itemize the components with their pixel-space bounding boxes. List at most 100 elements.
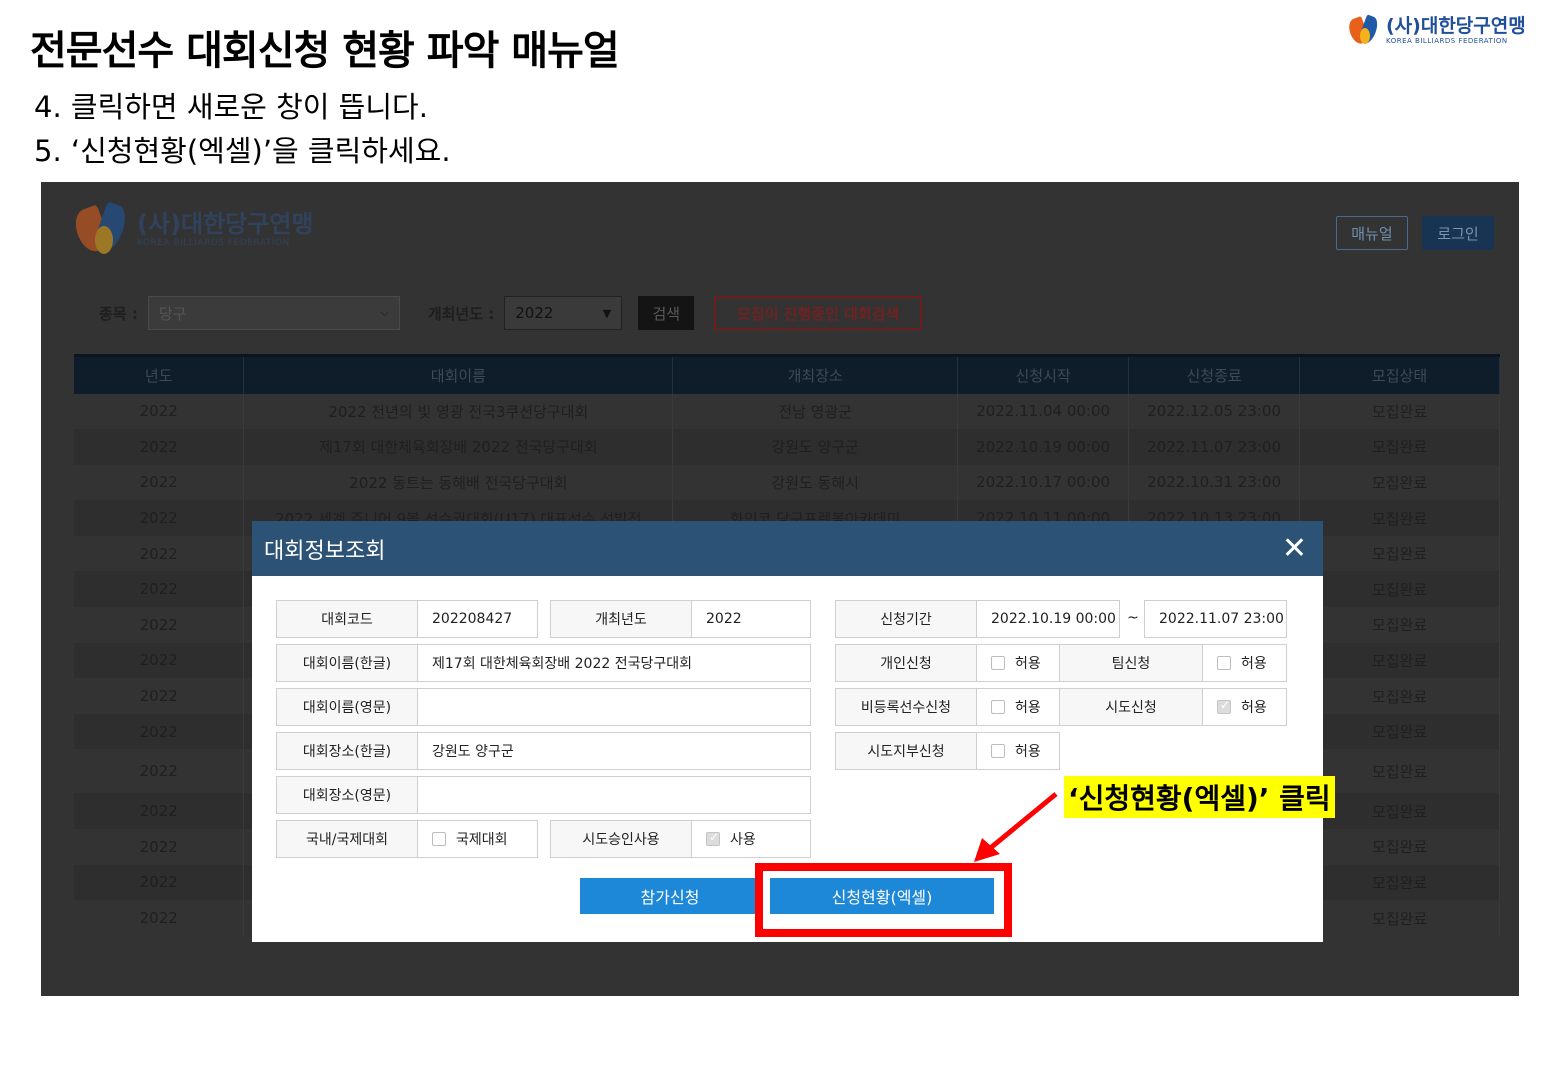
unregistered-checkbox-label: 허용 bbox=[1015, 700, 1041, 716]
arrow-icon bbox=[974, 792, 1058, 862]
table-row[interactable]: 2022 제17회 대한체육회장배 2022 전국당구대회 강원도 양구군 2022.… bbox=[74, 429, 1500, 465]
period-end-value: 2022.11.07 23:00 bbox=[1144, 600, 1287, 638]
col-header-end: 신청종료 bbox=[1128, 354, 1301, 394]
table-header-row: 년도 대회이름 개최장소 신청시작 신청종료 모집상태 bbox=[74, 354, 1500, 394]
name-en-label: 대회이름(영문) bbox=[276, 688, 418, 726]
branch-checkbox-label: 허용 bbox=[1015, 744, 1041, 760]
scope-field: 국제대회 bbox=[417, 820, 538, 858]
period-start-value: 2022.10.19 00:00 bbox=[976, 600, 1120, 638]
international-checkbox[interactable] bbox=[432, 832, 446, 846]
province-approval-checkbox[interactable] bbox=[706, 830, 720, 846]
step-5-text: 5. ‘신청현황(엑셀)’을 클릭하세요. bbox=[34, 134, 451, 168]
site-logo[interactable]: (사)대한당구연맹 KOREA BILLIARDS FEDERATION bbox=[70, 200, 314, 260]
cell-status: 모집완료 bbox=[1299, 713, 1500, 750]
cell-start: 2022.10.19 00:00 bbox=[957, 429, 1130, 465]
open-competition-search-button[interactable]: 모집이 진행중인 대회검색 bbox=[714, 296, 923, 330]
callout-label: ‘신청현황(엑셀)’ 클릭 bbox=[1064, 776, 1335, 818]
branch-field: 허용 bbox=[976, 732, 1060, 770]
cell-status: 모집완료 bbox=[1299, 429, 1500, 465]
team-checkbox-label: 허용 bbox=[1241, 656, 1267, 672]
cell-venue: 강원도 양구군 bbox=[672, 429, 959, 465]
cell-year: 2022 bbox=[74, 571, 245, 608]
cell-status: 모집완료 bbox=[1299, 607, 1500, 643]
cell-year: 2022 bbox=[74, 393, 245, 430]
cell-year: 2022 bbox=[74, 829, 245, 865]
scope-label: 국내/국제대회 bbox=[276, 820, 418, 858]
venue-ko-label: 대회장소(한글) bbox=[276, 732, 418, 770]
venue-en-value bbox=[417, 776, 811, 814]
cell-venue: 전남 영광군 bbox=[672, 393, 959, 430]
apply-button[interactable]: 참가신청 bbox=[580, 878, 760, 914]
period-label: 신청기간 bbox=[835, 600, 977, 638]
chevron-down-icon: ⌵ bbox=[380, 306, 389, 319]
branch-checkbox[interactable] bbox=[991, 744, 1005, 758]
cell-status: 모집완료 bbox=[1299, 864, 1500, 901]
step-4-text: 4. 클릭하면 새로운 창이 뜹니다. bbox=[34, 90, 428, 124]
login-button[interactable]: 로그인 bbox=[1422, 216, 1494, 250]
cell-status: 모집완료 bbox=[1299, 678, 1500, 714]
venue-ko-value: 강원도 양구군 bbox=[417, 732, 811, 770]
unregistered-label: 비등록선수신청 bbox=[835, 688, 977, 726]
branch-label: 시도지부신청 bbox=[835, 732, 977, 770]
year-label: 개최년도 : bbox=[427, 304, 495, 323]
site-emblem-icon bbox=[70, 200, 133, 260]
province-approval-label: 시도승인사용 bbox=[550, 820, 692, 858]
individual-field: 허용 bbox=[976, 644, 1060, 682]
cell-year: 2022 bbox=[74, 642, 245, 679]
col-header-year: 년도 bbox=[74, 354, 245, 394]
name-en-value bbox=[417, 688, 811, 726]
unregistered-field: 허용 bbox=[976, 688, 1060, 726]
cell-year: 2022 bbox=[74, 793, 245, 830]
federation-logo: (사)대한당구연맹 KOREA BILLIARDS FEDERATION bbox=[1346, 14, 1526, 48]
cell-status: 모집완료 bbox=[1299, 535, 1500, 572]
cell-end: 2022.10.31 23:00 bbox=[1128, 464, 1301, 501]
search-button[interactable]: 검색 bbox=[638, 296, 695, 330]
province-label: 시도신청 bbox=[1059, 688, 1203, 726]
close-icon[interactable]: ✕ bbox=[1282, 533, 1307, 564]
sport-select[interactable]: 당구 ⌵ bbox=[147, 296, 400, 330]
table-row[interactable]: 2022 2022 동트는 동해배 전국당구대회 강원도 동해시 2022.10.17… bbox=[74, 464, 1500, 501]
team-checkbox[interactable] bbox=[1217, 656, 1231, 670]
modal-header: 대회정보조회 ✕ bbox=[252, 521, 1323, 576]
province-approval-checkbox-label: 사용 bbox=[730, 832, 756, 848]
col-header-start: 신청시작 bbox=[957, 354, 1130, 394]
chevron-down-icon: ▼ bbox=[602, 306, 612, 320]
cell-year: 2022 bbox=[74, 749, 245, 794]
period-separator: ~ bbox=[1127, 610, 1139, 626]
cell-start: 2022.10.17 00:00 bbox=[957, 464, 1130, 501]
cell-start: 2022.11.04 00:00 bbox=[957, 393, 1130, 430]
search-filter-bar: 종목 : 당구 ⌵ 개최년도 : 2022 ▼ 검색 모집이 진행중인 대회검색 bbox=[99, 296, 923, 330]
sport-label: 종목 : bbox=[99, 304, 138, 323]
code-value: 202208427 bbox=[417, 600, 538, 638]
manual-button[interactable]: 매뉴얼 bbox=[1336, 216, 1408, 250]
year-select[interactable]: 2022 ▼ bbox=[504, 296, 623, 330]
table-row[interactable]: 2022 2022 천년의 빛 영광 전국3쿠션당구대회 전남 영광군 2022.11… bbox=[74, 393, 1500, 430]
province-approval-field: 사용 bbox=[691, 820, 811, 858]
cell-year: 2022 bbox=[74, 535, 245, 572]
individual-checkbox[interactable] bbox=[991, 656, 1005, 670]
col-header-venue: 개최장소 bbox=[672, 354, 959, 394]
international-checkbox-label: 국제대회 bbox=[456, 832, 508, 848]
modal-title: 대회정보조회 bbox=[264, 538, 386, 564]
logo-english-text: KOREA BILLIARDS FEDERATION bbox=[1386, 37, 1508, 45]
cell-year: 2022 bbox=[74, 607, 245, 643]
site-logo-korean: (사)대한당구연맹 bbox=[137, 210, 314, 238]
year-select-value: 2022 bbox=[515, 304, 554, 322]
cell-year: 2022 bbox=[74, 429, 245, 465]
logo-korean-text: (사)대한당구연맹 bbox=[1386, 15, 1526, 37]
cell-status: 모집완료 bbox=[1299, 642, 1500, 679]
province-checkbox[interactable] bbox=[1217, 698, 1231, 714]
cell-year: 2022 bbox=[74, 713, 245, 750]
highlight-box bbox=[755, 863, 1012, 937]
year-value: 2022 bbox=[691, 600, 811, 638]
cell-name: 2022 동트는 동해배 전국당구대회 bbox=[243, 464, 674, 501]
col-header-status: 모집상태 bbox=[1299, 354, 1500, 394]
federation-emblem-icon bbox=[1346, 14, 1382, 48]
unregistered-checkbox[interactable] bbox=[991, 700, 1005, 714]
name-ko-label: 대회이름(한글) bbox=[276, 644, 418, 682]
cell-venue: 강원도 동해시 bbox=[672, 464, 959, 501]
cell-name: 제17회 대한체육회장배 2022 전국당구대회 bbox=[243, 429, 674, 465]
team-field: 허용 bbox=[1202, 644, 1287, 682]
cell-status: 모집완료 bbox=[1299, 829, 1500, 865]
col-header-name: 대회이름 bbox=[243, 354, 674, 394]
